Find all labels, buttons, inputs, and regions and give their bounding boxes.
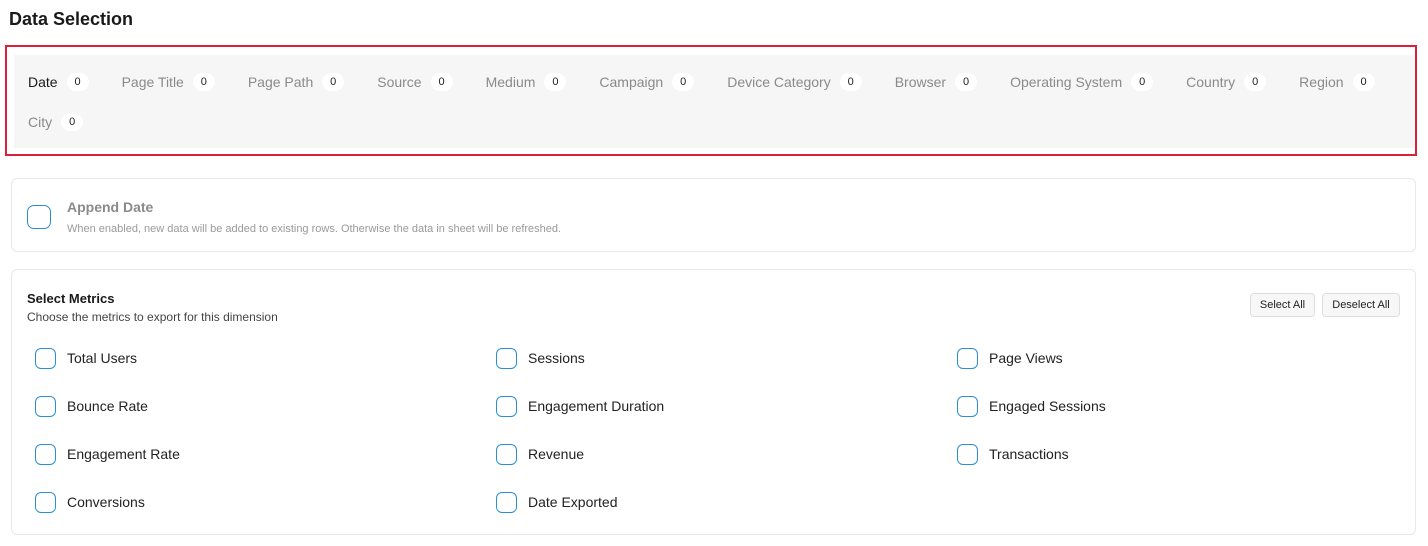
metric-checkbox[interactable]	[496, 395, 517, 417]
tab-region[interactable]: Region 0	[1299, 73, 1375, 91]
metric-label: Sessions	[528, 350, 585, 366]
metric-label: Total Users	[67, 350, 138, 366]
metrics-grid: Total Users Sessions Page Views Bounce R…	[35, 346, 1415, 538]
metric-checkbox[interactable]	[496, 443, 517, 465]
tab-count-badge: 0	[1131, 73, 1154, 91]
metric-total-users[interactable]: Total Users	[35, 346, 496, 370]
tab-count-badge: 0	[955, 73, 978, 91]
metric-checkbox[interactable]	[957, 443, 978, 465]
metric-label: Engaged Sessions	[989, 398, 1106, 414]
tab-campaign[interactable]: Campaign 0	[599, 73, 695, 91]
append-date-checkbox[interactable]	[27, 205, 51, 229]
tab-label: Device Category	[727, 74, 831, 90]
tab-label: Country	[1186, 74, 1236, 90]
metric-date-exported[interactable]: Date Exported	[496, 490, 957, 514]
metric-bounce-rate[interactable]: Bounce Rate	[35, 394, 496, 418]
tab-source[interactable]: Source 0	[377, 73, 453, 91]
tab-label: Source	[377, 74, 422, 90]
dimension-tabs-bar: Date 0 Page Title 0 Page Path 0 Source 0…	[14, 55, 1414, 148]
tab-label: Campaign	[599, 74, 664, 90]
tab-label: Browser	[894, 74, 947, 90]
metric-label: Engagement Rate	[67, 446, 180, 462]
tab-label: Operating System	[1010, 74, 1123, 90]
metric-label: Conversions	[67, 494, 145, 510]
metric-checkbox[interactable]	[957, 395, 978, 417]
tab-count-badge: 0	[1352, 73, 1375, 91]
tab-date[interactable]: Date 0	[28, 73, 89, 91]
metrics-title: Select Metrics	[27, 291, 115, 306]
tab-label: Region	[1299, 74, 1344, 90]
metric-checkbox[interactable]	[35, 395, 56, 417]
metric-checkbox[interactable]	[496, 491, 517, 513]
metric-engagement-duration[interactable]: Engagement Duration	[496, 394, 957, 418]
metric-label: Transactions	[989, 446, 1069, 462]
metric-label: Page Views	[989, 350, 1063, 366]
tab-country[interactable]: Country 0	[1186, 73, 1267, 91]
tab-count-badge: 0	[66, 73, 89, 91]
tab-count-badge: 0	[544, 73, 567, 91]
tab-count-badge: 0	[61, 113, 84, 131]
metrics-subtitle: Choose the metrics to export for this di…	[27, 310, 278, 324]
metric-sessions[interactable]: Sessions	[496, 346, 957, 370]
tab-operating-system[interactable]: Operating System 0	[1010, 73, 1154, 91]
append-date-description: When enabled, new data will be added to …	[67, 223, 562, 235]
metric-label: Bounce Rate	[67, 398, 148, 414]
deselect-all-button[interactable]: Deselect All	[1322, 293, 1400, 317]
tab-count-badge: 0	[192, 73, 215, 91]
metric-engagement-rate[interactable]: Engagement Rate	[35, 442, 496, 466]
append-date-title: Append Date	[67, 199, 154, 215]
append-date-card: Append Date When enabled, new data will …	[11, 178, 1416, 252]
metric-engaged-sessions[interactable]: Engaged Sessions	[957, 394, 1418, 418]
metric-page-views[interactable]: Page Views	[957, 346, 1418, 370]
metric-checkbox[interactable]	[496, 347, 517, 369]
metric-transactions[interactable]: Transactions	[957, 442, 1418, 466]
metric-revenue[interactable]: Revenue	[496, 442, 957, 466]
tab-count-badge: 0	[839, 73, 862, 91]
metric-label: Revenue	[528, 446, 585, 462]
tab-medium[interactable]: Medium 0	[486, 73, 567, 91]
tab-label: Page Title	[121, 74, 184, 90]
metric-label: Date Exported	[528, 494, 618, 510]
select-metrics-card: Select Metrics Choose the metrics to exp…	[11, 269, 1416, 535]
tab-label: Page Path	[247, 74, 314, 90]
tab-count-badge: 0	[1244, 73, 1267, 91]
tab-device-category[interactable]: Device Category 0	[727, 73, 862, 91]
metric-checkbox[interactable]	[35, 347, 56, 369]
page-title: Data Selection	[9, 9, 134, 29]
select-all-button[interactable]: Select All	[1250, 293, 1315, 317]
tab-page-path[interactable]: Page Path 0	[247, 73, 345, 91]
tab-browser[interactable]: Browser 0	[894, 73, 978, 91]
tab-city[interactable]: City 0	[28, 113, 84, 131]
tab-count-badge: 0	[430, 73, 453, 91]
tab-count-badge: 0	[322, 73, 345, 91]
tab-count-badge: 0	[672, 73, 695, 91]
metric-label: Engagement Duration	[528, 398, 665, 414]
metric-checkbox[interactable]	[957, 347, 978, 369]
tab-label: Date	[28, 74, 58, 90]
tab-page-title[interactable]: Page Title 0	[122, 73, 215, 91]
metric-checkbox[interactable]	[35, 491, 56, 513]
tab-label: Medium	[485, 74, 536, 90]
metric-checkbox[interactable]	[35, 443, 56, 465]
tab-label: City	[28, 114, 53, 130]
metric-conversions[interactable]: Conversions	[35, 490, 496, 514]
